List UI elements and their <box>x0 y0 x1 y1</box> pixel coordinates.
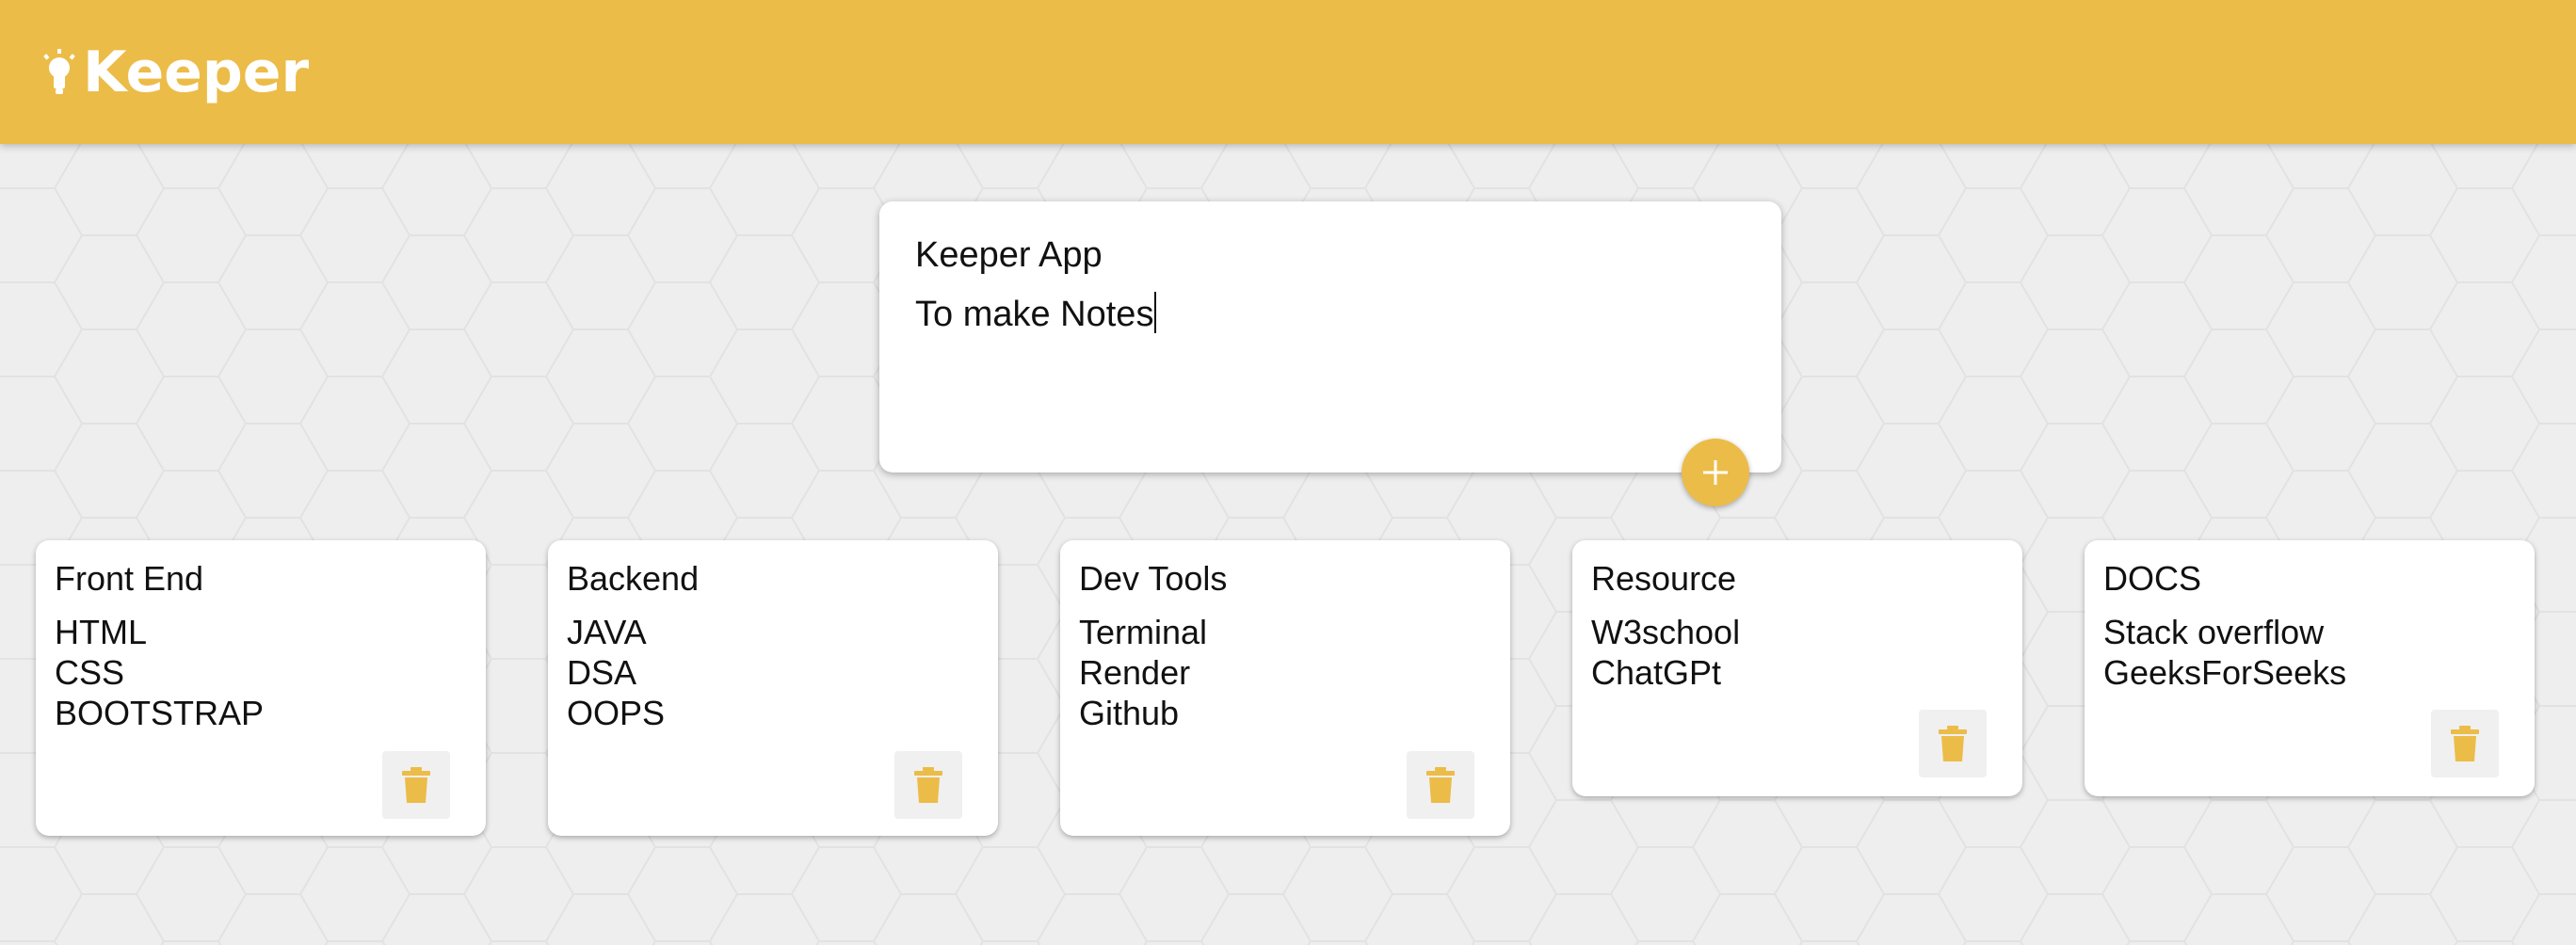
note-line: DSA <box>567 653 637 692</box>
trash-icon <box>914 767 942 803</box>
note-line: HTML <box>55 613 147 651</box>
app-header: Keeper <box>0 0 2576 144</box>
create-note-form: To make Notes <box>879 201 1781 472</box>
note-line: CSS <box>55 653 125 692</box>
note-line: Stack overflow <box>2103 613 2325 651</box>
note-line: BOOTSTRAP <box>55 694 265 732</box>
trash-icon <box>1426 767 1455 803</box>
note-content: HTML CSS BOOTSTRAP <box>55 612 264 733</box>
note-content: Terminal Render Github <box>1079 612 1207 733</box>
trash-icon <box>2451 726 2479 761</box>
note-card: Front End HTML CSS BOOTSTRAP <box>36 540 486 836</box>
note-card: Resource W3school ChatGPt <box>1572 540 2022 796</box>
note-line: JAVA <box>567 613 647 651</box>
lightbulb-icon <box>43 49 75 94</box>
note-content-input[interactable]: To make Notes <box>915 292 1744 337</box>
note-line: ChatGPt <box>1591 653 1722 692</box>
note-title: Resource <box>1591 559 1737 598</box>
trash-icon <box>402 767 430 803</box>
note-line: Render <box>1079 653 1191 692</box>
note-line: OOPS <box>567 694 666 732</box>
note-line: Github <box>1079 694 1180 732</box>
note-title: DOCS <box>2103 559 2202 598</box>
note-line: Terminal <box>1079 613 1208 651</box>
trash-icon <box>1939 726 1967 761</box>
note-title: Front End <box>55 559 204 598</box>
note-card: Dev Tools Terminal Render Github <box>1060 540 1510 836</box>
note-content: W3school ChatGPt <box>1591 612 1740 693</box>
note-title-input[interactable] <box>915 235 1744 276</box>
note-card: Backend JAVA DSA OOPS <box>548 540 998 836</box>
note-content: JAVA DSA OOPS <box>567 612 665 733</box>
plus-icon <box>1703 460 1728 485</box>
delete-note-button[interactable] <box>894 751 962 819</box>
note-card: DOCS Stack overflow GeeksForSeeks <box>2085 540 2535 796</box>
note-content: Stack overflow GeeksForSeeks <box>2103 612 2346 693</box>
text-cursor <box>1154 292 1157 333</box>
app-logo: Keeper <box>41 40 309 105</box>
delete-note-button[interactable] <box>1407 751 1474 819</box>
delete-note-button[interactable] <box>2431 710 2499 777</box>
note-title: Backend <box>567 559 700 598</box>
note-title: Dev Tools <box>1079 559 1228 598</box>
delete-note-button[interactable] <box>1919 710 1987 777</box>
note-content-text: To make Notes <box>915 295 1154 334</box>
add-note-button[interactable] <box>1682 439 1749 506</box>
app-title: Keeper <box>83 40 310 105</box>
note-line: GeeksForSeeks <box>2103 653 2347 692</box>
delete-note-button[interactable] <box>382 751 450 819</box>
note-line: W3school <box>1591 613 1741 651</box>
